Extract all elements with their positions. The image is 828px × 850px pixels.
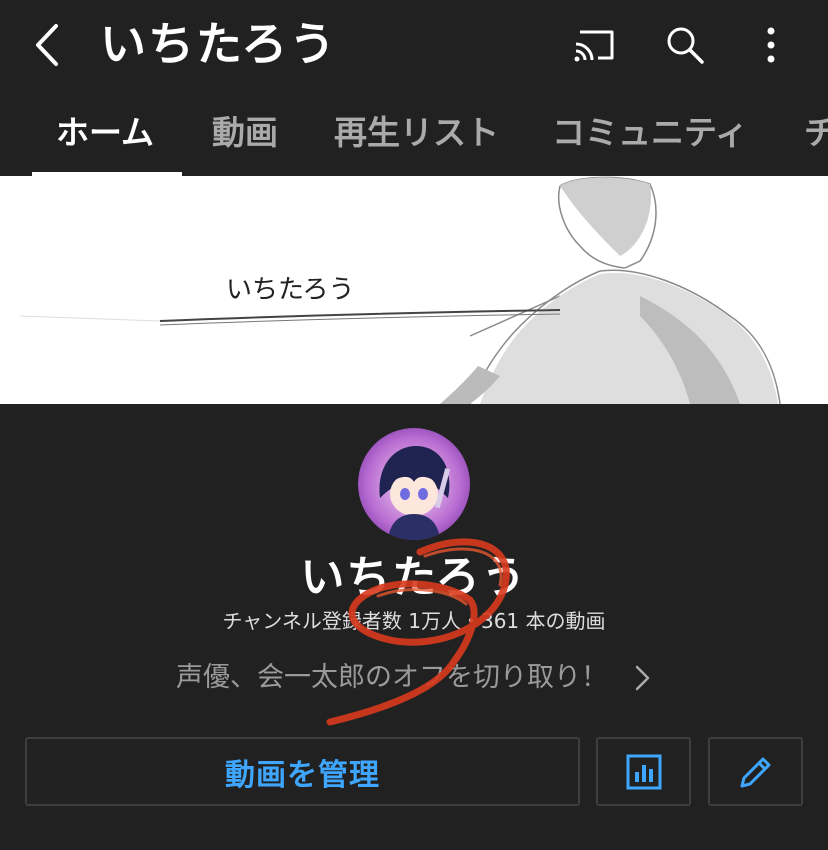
tab-videos[interactable]: 動画 [212, 110, 278, 156]
cast-icon[interactable] [572, 22, 618, 68]
manage-videos-label: 動画を管理 [225, 757, 380, 793]
channel-description-row[interactable]: 声優、会一太郎のオフを切り取り！ [0, 656, 828, 700]
edit-channel-button[interactable] [708, 737, 803, 806]
analytics-icon [626, 754, 661, 789]
tab-playlists[interactable]: 再生リスト [334, 110, 499, 156]
back-icon[interactable] [28, 20, 68, 70]
channel-tabs: ホーム 動画 再生リスト コミュニティ チ [0, 92, 828, 176]
pencil-icon [740, 757, 770, 787]
banner-illustration: いちたろう [0, 176, 828, 404]
avatar [358, 428, 470, 540]
banner-text: いちたろう [226, 274, 354, 304]
channel-stats: チャンネル登録者数 1万人・361 本の動画 [222, 609, 606, 633]
channel-name: いちたろう [300, 552, 528, 603]
analytics-button[interactable] [596, 737, 691, 806]
more-vert-icon[interactable] [748, 22, 794, 68]
tab-channels[interactable]: チ [804, 110, 828, 156]
tab-home[interactable]: ホーム [56, 110, 154, 156]
channel-title: いちたろう [100, 17, 338, 71]
channel-banner: いちたろう [0, 176, 828, 404]
channel-description: 声優、会一太郎のオフを切り取り！ [176, 662, 608, 693]
search-icon[interactable] [662, 22, 708, 68]
tab-community[interactable]: コミュニティ [552, 110, 748, 156]
manage-videos-button[interactable]: 動画を管理 [25, 737, 580, 806]
chevron-right-icon [635, 665, 650, 691]
top-app-bar: いちたろう [0, 0, 828, 92]
